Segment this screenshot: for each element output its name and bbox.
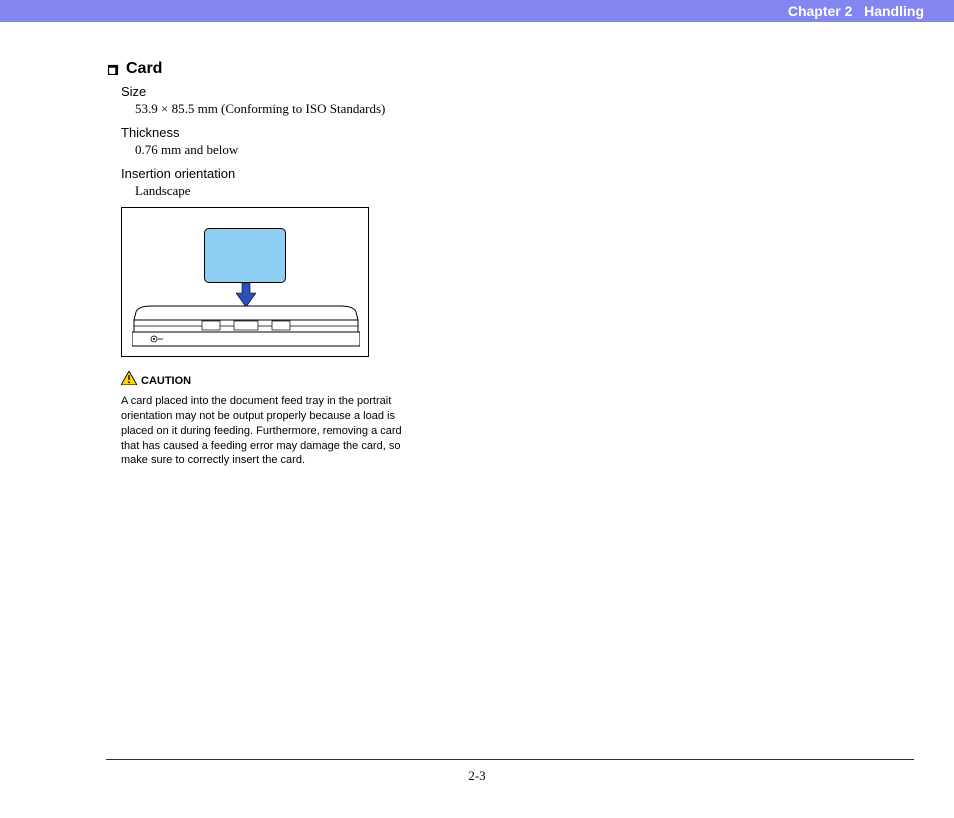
caution-label: CAUTION (141, 375, 191, 387)
card-shape (204, 228, 286, 283)
section-title: Card (126, 60, 162, 78)
spec-thickness-value: 0.76 mm and below (135, 142, 528, 158)
page-number: 2-3 (0, 768, 954, 784)
chapter-title: Handling (864, 3, 924, 19)
insertion-diagram (121, 207, 369, 357)
scanner-illustration (132, 304, 358, 357)
header-chapter: Chapter 2 Handling (788, 3, 924, 19)
content-area: Card Size 53.9 × 85.5 mm (Conforming to … (108, 60, 528, 468)
caution-heading: CAUTION (121, 371, 528, 390)
spec-size-value: 53.9 × 85.5 mm (Conforming to ISO Standa… (135, 101, 528, 117)
checkbox-icon (108, 64, 120, 75)
chapter-label: Chapter 2 (788, 3, 853, 19)
spec-orientation-value: Landscape (135, 183, 528, 199)
caution-text: A card placed into the document feed tra… (121, 394, 411, 468)
header-bar: Chapter 2 Handling (0, 0, 954, 22)
warning-icon (121, 371, 137, 390)
spec-size-label: Size (121, 84, 528, 99)
spec-orientation-label: Insertion orientation (121, 166, 528, 181)
section-heading: Card (108, 60, 528, 78)
spec-thickness-label: Thickness (121, 125, 528, 140)
footer-rule (106, 759, 914, 760)
